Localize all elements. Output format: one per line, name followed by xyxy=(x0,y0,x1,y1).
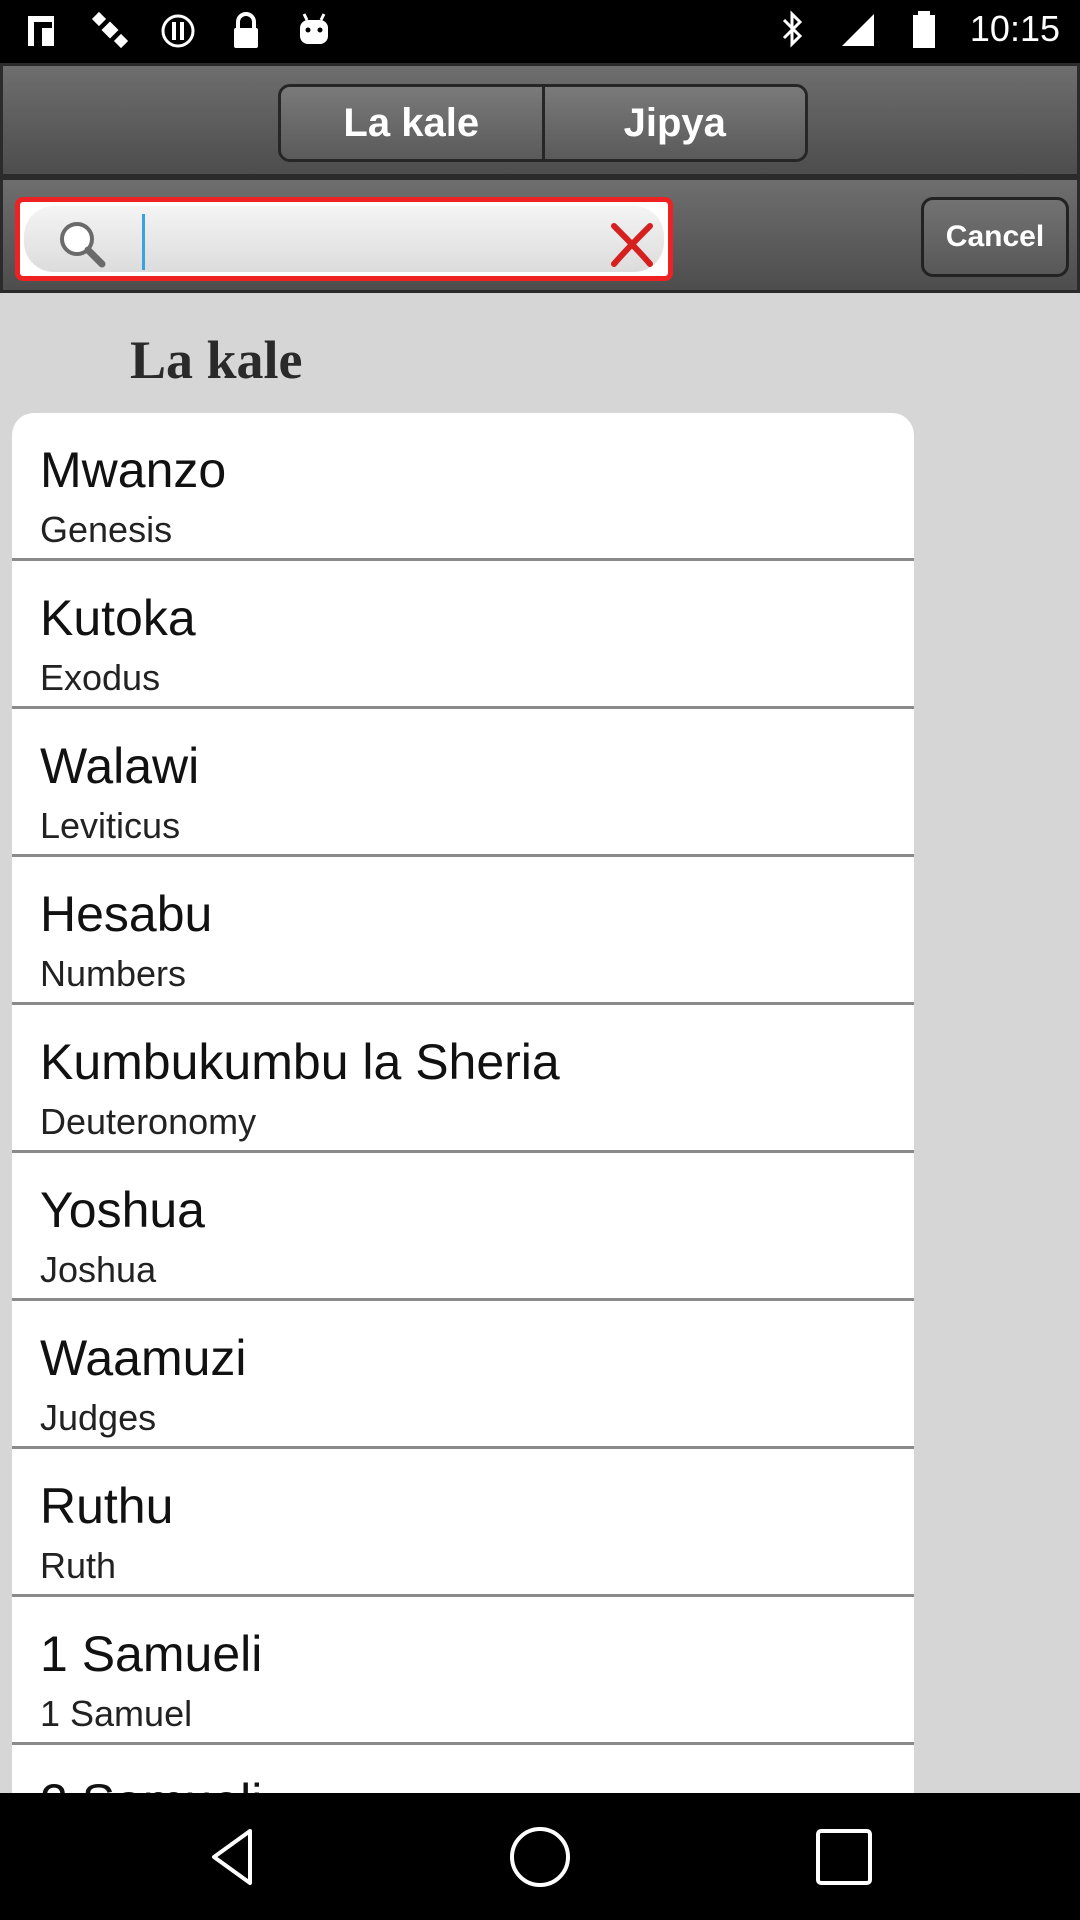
status-right-icons: 10:15 xyxy=(772,8,1060,50)
circle-indicator-icon xyxy=(161,14,195,48)
book-title: Hesabu xyxy=(40,886,213,942)
clear-search-icon[interactable] xyxy=(604,218,660,270)
search-icon xyxy=(60,222,106,268)
list-item[interactable]: Waamuzi Judges xyxy=(12,1301,914,1449)
book-title: Yoshua xyxy=(40,1182,205,1238)
book-list: Mwanzo Genesis Kutoka Exodus Walawi Levi… xyxy=(12,413,914,1793)
text-caret xyxy=(142,214,145,270)
book-title: Waamuzi xyxy=(40,1330,247,1386)
list-item[interactable]: 2 Samueli xyxy=(12,1745,914,1793)
list-item[interactable]: Hesabu Numbers xyxy=(12,857,914,1005)
book-title: Mwanzo xyxy=(40,442,227,498)
book-subtitle: Genesis xyxy=(40,509,173,550)
lock-icon xyxy=(234,12,258,48)
bluetooth-icon xyxy=(782,10,803,48)
search-input[interactable] xyxy=(134,214,574,270)
status-time: 10:15 xyxy=(969,8,1060,49)
book-title: Kutoka xyxy=(40,590,196,646)
list-item[interactable]: Ruthu Ruth xyxy=(12,1449,914,1597)
list-item[interactable]: 1 Samueli 1 Samuel xyxy=(12,1597,914,1745)
list-item[interactable]: Mwanzo Genesis xyxy=(12,413,914,561)
list-item[interactable]: Walawi Leviticus xyxy=(12,709,914,857)
book-title: 1 Samueli xyxy=(40,1626,263,1682)
list-item[interactable]: Yoshua Joshua xyxy=(12,1153,914,1301)
tab-new-testament[interactable]: Jipya xyxy=(541,87,805,159)
book-subtitle: 1 Samuel xyxy=(40,1693,193,1734)
tab-old-testament[interactable]: La kale xyxy=(281,87,542,159)
navigation-bar xyxy=(0,1793,1080,1920)
search-field-inner xyxy=(24,206,664,272)
book-subtitle: Deuteronomy xyxy=(40,1101,257,1142)
home-icon[interactable] xyxy=(506,1823,574,1891)
book-subtitle: Judges xyxy=(40,1397,157,1438)
book-title: Walawi xyxy=(40,738,200,794)
book-list-content: La kale Mwanzo Genesis Kutoka Exodus Wal… xyxy=(0,293,1080,1793)
book-subtitle: Ruth xyxy=(40,1545,117,1586)
section-heading: La kale xyxy=(130,330,303,390)
fake-gps-icon xyxy=(28,16,54,46)
list-item[interactable]: Kumbukumbu la Sheria Deuteronomy xyxy=(12,1005,914,1153)
book-title: 2 Samueli xyxy=(40,1773,262,1793)
status-left-icons xyxy=(22,10,334,52)
segmented-control: La kale Jipya xyxy=(278,84,808,162)
satellite-icon xyxy=(91,11,129,49)
signal-icon xyxy=(841,14,874,46)
search-bar: Cancel xyxy=(0,177,1080,293)
book-subtitle: Joshua xyxy=(40,1249,157,1290)
battery-icon xyxy=(912,11,935,48)
top-tab-bar: La kale Jipya xyxy=(0,63,1080,177)
search-field[interactable] xyxy=(15,197,673,281)
back-icon[interactable] xyxy=(200,1823,268,1891)
list-item[interactable]: Kutoka Exodus xyxy=(12,561,914,709)
android-icon xyxy=(300,13,328,44)
book-subtitle: Leviticus xyxy=(40,805,181,846)
book-title: Kumbukumbu la Sheria xyxy=(40,1034,560,1090)
book-subtitle: Numbers xyxy=(40,953,187,994)
status-bar: 10:15 xyxy=(0,0,1080,63)
book-title: Ruthu xyxy=(40,1478,174,1534)
recents-icon[interactable] xyxy=(810,1823,878,1891)
cancel-button[interactable]: Cancel xyxy=(921,197,1069,277)
book-subtitle: Exodus xyxy=(40,657,161,698)
